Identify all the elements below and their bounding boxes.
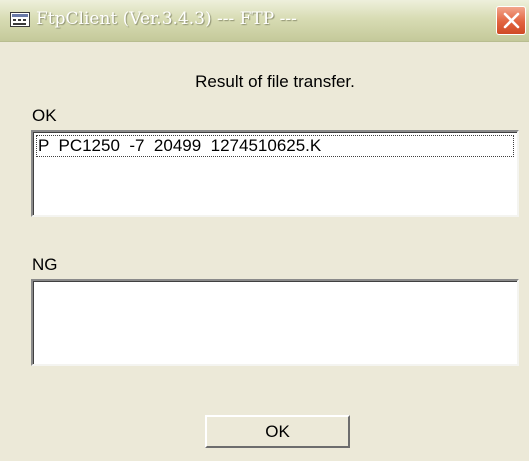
result-heading: Result of file transfer. (195, 72, 355, 91)
ok-section-label: OK (32, 106, 57, 125)
network-window-icon (10, 12, 30, 28)
window-title: FtpClient (Ver.3.4.3) --- FTP --- (36, 9, 297, 29)
ng-section-label: NG (32, 255, 58, 274)
close-button[interactable] (496, 6, 526, 35)
close-x-icon (503, 12, 520, 29)
ok-button[interactable]: OK (205, 415, 350, 448)
title-bar[interactable]: FtpClient (Ver.3.4.3) --- FTP --- (0, 0, 529, 42)
list-item[interactable]: P PC1250 -7 20499 1274510625.K (36, 135, 514, 157)
ng-file-list[interactable] (31, 279, 519, 366)
dialog-body: Result of file transfer. OK P PC1250 -7 … (0, 42, 529, 461)
ok-file-list[interactable]: P PC1250 -7 20499 1274510625.K (31, 130, 519, 217)
ftp-result-dialog: FtpClient (Ver.3.4.3) --- FTP --- Result… (0, 0, 529, 461)
